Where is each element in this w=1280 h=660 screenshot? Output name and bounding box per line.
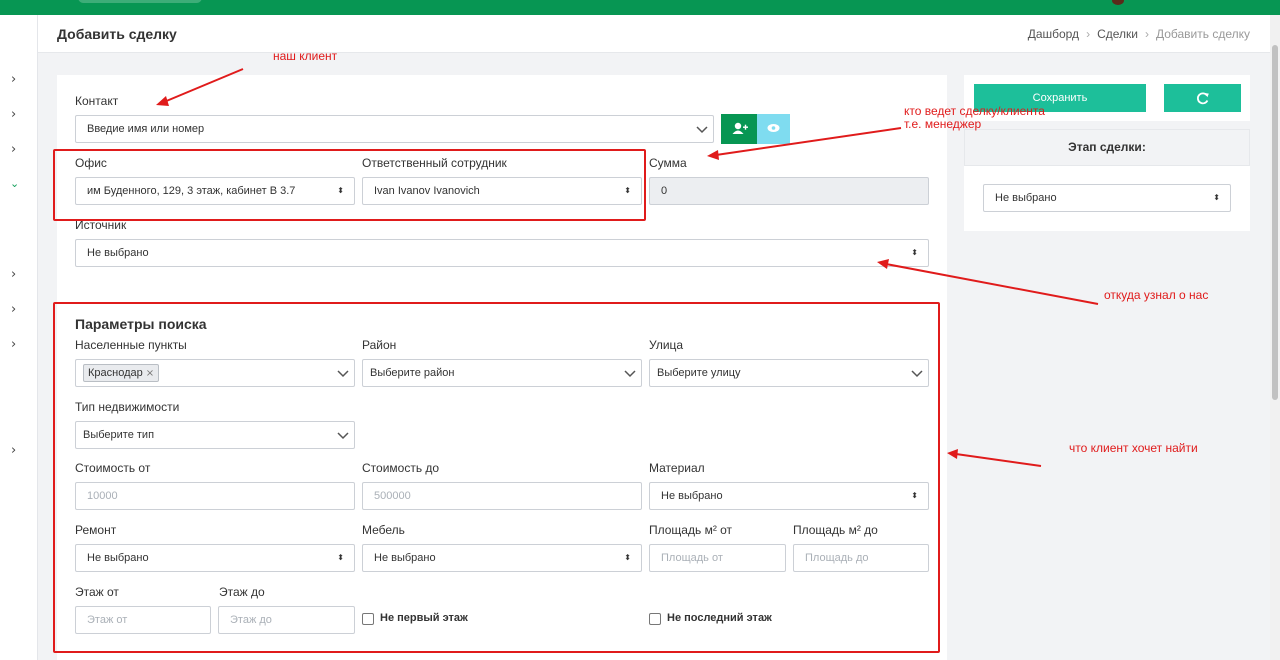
chevron-right-icon[interactable]: › xyxy=(11,444,16,458)
annotation-wants: что клиент хочет найти xyxy=(1069,441,1198,455)
breadcrumb-current: Добавить сделку xyxy=(1155,27,1250,41)
sum-label: Сумма xyxy=(649,156,687,170)
annotation-manager-line1: кто ведет сделку/клиента xyxy=(904,104,1045,118)
chevron-right-icon[interactable]: › xyxy=(11,338,16,352)
view-contact-button[interactable] xyxy=(757,114,790,144)
breadcrumb-separator-icon: › xyxy=(1144,27,1149,41)
page-header: Добавить сделку Дашборд › Сделки › Добавить … xyxy=(38,15,1270,53)
eye-icon xyxy=(767,124,780,132)
annotation-box-office-manager xyxy=(53,149,646,221)
stage-title: Этап сделки: xyxy=(964,129,1250,166)
updown-icon: ⬍ xyxy=(1213,193,1220,202)
contact-select-value: Введие имя или номер xyxy=(87,123,205,135)
sidebar: › › › ⌄ › › › › xyxy=(0,15,38,660)
breadcrumb-deals[interactable]: Сделки xyxy=(1097,27,1138,41)
contact-select[interactable]: Введие имя или номер xyxy=(75,115,714,143)
annotation-source: откуда узнал о нас xyxy=(1104,288,1209,302)
sum-field: 0 xyxy=(649,177,929,205)
arrow-head-wants xyxy=(947,449,958,459)
chevron-right-icon[interactable]: › xyxy=(11,108,16,122)
source-select-value: Не выбрано xyxy=(87,247,149,259)
refresh-icon xyxy=(1197,92,1209,105)
annotation-box-search-params xyxy=(53,302,940,653)
add-contact-button[interactable] xyxy=(721,114,757,144)
breadcrumb-dashboard[interactable]: Дашборд xyxy=(1028,27,1079,41)
contact-label: Контакт xyxy=(75,94,119,108)
source-select[interactable]: Не выбрано ⬍ xyxy=(75,239,929,267)
chevron-down-icon xyxy=(696,126,708,134)
chevron-down-icon[interactable]: ⌄ xyxy=(10,177,19,191)
annotation-manager-line2: т.е. менеджер xyxy=(904,117,982,131)
chevron-right-icon[interactable]: › xyxy=(11,143,16,157)
updown-icon: ⬍ xyxy=(911,248,918,257)
navbar-search-pill[interactable] xyxy=(78,0,202,3)
stage-select-value: Не выбрано xyxy=(995,192,1057,204)
chevron-right-icon[interactable]: › xyxy=(11,73,16,87)
user-plus-icon xyxy=(732,122,748,134)
avatar[interactable] xyxy=(1112,0,1124,5)
stage-select[interactable]: Не выбрано ⬍ xyxy=(983,184,1231,212)
page-title: Добавить сделку xyxy=(57,26,177,42)
breadcrumb-separator-icon: › xyxy=(1086,27,1091,41)
breadcrumb: Дашборд › Сделки › Добавить сделку xyxy=(1028,27,1250,41)
chevron-right-icon[interactable]: › xyxy=(11,268,16,282)
chevron-right-icon[interactable]: › xyxy=(11,303,16,317)
arrow-wants xyxy=(955,453,1042,467)
annotation-client: наш клиент xyxy=(273,49,338,63)
scrollbar-thumb[interactable] xyxy=(1272,45,1278,400)
refresh-button[interactable] xyxy=(1164,84,1241,112)
top-navbar xyxy=(0,0,1280,15)
page-scrollbar[interactable] xyxy=(1270,15,1280,660)
